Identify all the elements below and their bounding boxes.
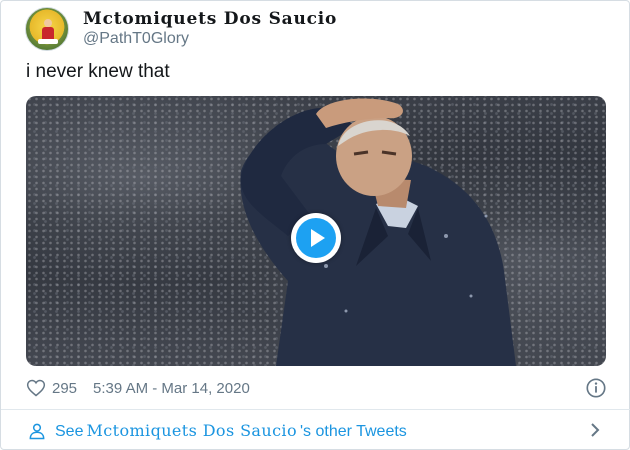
footer-link-name: Mctomiquets Dos Saucio (86, 421, 297, 440)
other-tweets-link-row[interactable]: See Mctomiquets Dos Saucio 's other Twee… (27, 417, 607, 445)
footer-link-prefix: See (55, 423, 84, 440)
avatar-figure-legs (38, 39, 58, 44)
play-button[interactable] (291, 213, 341, 263)
see-other-tweets-link[interactable]: See Mctomiquets Dos Saucio 's other Twee… (55, 421, 407, 441)
footer-link-suffix: 's other Tweets (299, 423, 407, 440)
play-triangle (311, 229, 325, 247)
author-display-name[interactable]: Mctomiquets Dos Saucio (83, 9, 337, 29)
play-icon (296, 218, 336, 258)
info-icon[interactable] (585, 377, 607, 399)
tweet-timestamp[interactable]: 5:39 AM - Mar 14, 2020 (93, 380, 250, 397)
author-names: Mctomiquets Dos Saucio @PathT0Glory (83, 9, 337, 49)
tweet-header: Mctomiquets Dos Saucio @PathT0Glory (25, 7, 337, 51)
like-count[interactable]: 295 (52, 380, 77, 397)
avatar-figure-head (44, 19, 52, 27)
footer-divider (1, 409, 630, 410)
embedded-tweet-card: Mctomiquets Dos Saucio @PathT0Glory i ne… (0, 0, 630, 450)
author-handle[interactable]: @PathT0Glory (83, 29, 337, 49)
person-icon (29, 423, 45, 440)
avatar[interactable] (25, 7, 69, 51)
chevron-right-icon[interactable] (587, 419, 603, 441)
heart-icon[interactable] (26, 378, 46, 398)
tweet-text: i never knew that (26, 61, 170, 82)
tweet-meta: 295 5:39 AM - Mar 14, 2020 (26, 376, 250, 400)
